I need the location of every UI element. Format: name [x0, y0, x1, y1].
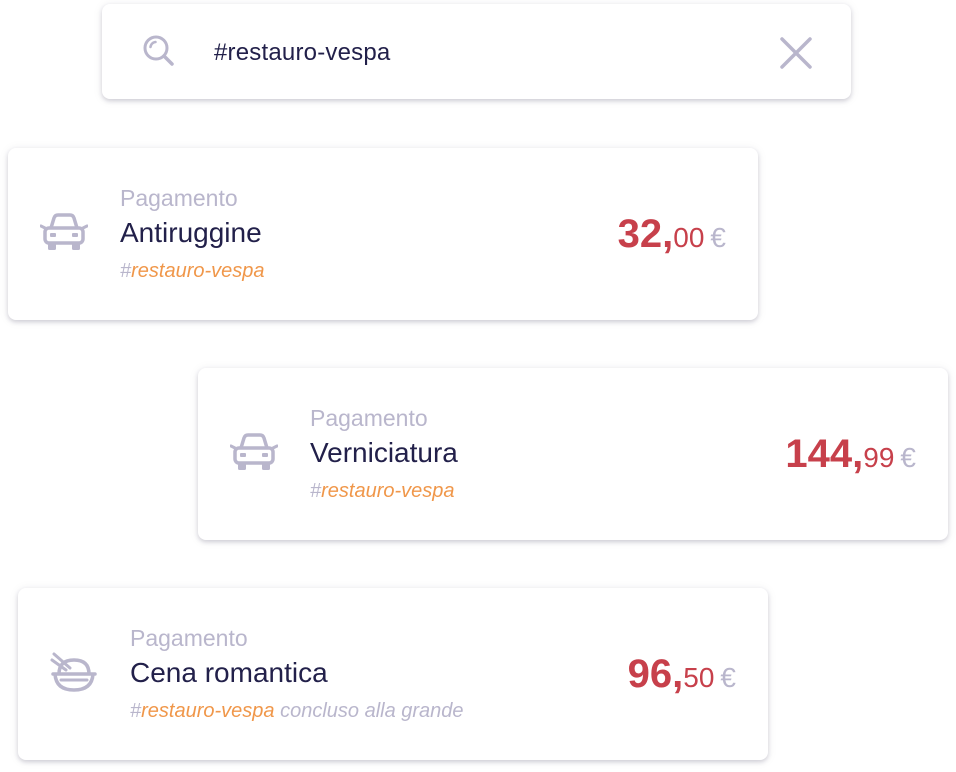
transaction-kind: Pagamento: [130, 625, 248, 651]
transaction-amount: 96,50 €: [628, 652, 736, 705]
food-bowl-icon: [50, 652, 97, 692]
car-icon: [40, 213, 88, 250]
amount-decimals: 50: [683, 662, 715, 693]
search-input[interactable]: #restauro-vespa: [214, 38, 390, 68]
transaction-card[interactable]: Pagamento Verniciatura #restauro-vespa 1…: [198, 368, 948, 540]
amount-separator: ,: [672, 652, 684, 696]
transaction-amount: 144,99 €: [785, 432, 916, 485]
amount-decimals: 00: [673, 222, 705, 253]
amount-integer: 32: [617, 212, 663, 256]
amount-integer: 96: [627, 652, 673, 696]
transaction-kind: Pagamento: [310, 405, 428, 431]
transaction-card[interactable]: Pagamento Antiruggine #restauro-vespa 32…: [8, 148, 758, 320]
amount-currency: €: [900, 442, 916, 473]
transaction-note: concluso alla grande: [280, 700, 464, 722]
transaction-tagline: #restauro-vespa: [310, 478, 455, 504]
close-icon[interactable]: [778, 35, 814, 71]
tag-link[interactable]: restauro-vespa: [141, 700, 274, 722]
transaction-tagline: #restauro-vespa: [120, 258, 265, 284]
tag-link[interactable]: restauro-vespa: [321, 480, 454, 502]
transaction-card[interactable]: Pagamento Cena romantica #restauro-vespa…: [18, 588, 768, 760]
car-icon: [230, 433, 278, 470]
amount-currency: €: [720, 662, 736, 693]
transaction-tagline: #restauro-vespa concluso alla grande: [130, 698, 464, 724]
transaction-amount: 32,00 €: [618, 212, 726, 265]
amount-integer: 144: [785, 432, 853, 476]
transaction-title: Cena romantica: [130, 657, 328, 688]
transaction-title: Verniciatura: [310, 437, 458, 468]
transaction-kind: Pagamento: [120, 185, 238, 211]
search-bar[interactable]: #restauro-vespa: [102, 4, 851, 99]
transaction-title: Antiruggine: [120, 217, 262, 248]
tag-hash: #: [130, 700, 142, 722]
amount-decimals: 99: [863, 442, 895, 473]
tag-hash: #: [310, 480, 322, 502]
amount-separator: ,: [852, 432, 864, 476]
amount-currency: €: [710, 222, 726, 253]
tag-link[interactable]: restauro-vespa: [131, 260, 264, 282]
tag-hash: #: [120, 260, 132, 282]
amount-separator: ,: [662, 212, 674, 256]
search-icon: [143, 35, 174, 66]
